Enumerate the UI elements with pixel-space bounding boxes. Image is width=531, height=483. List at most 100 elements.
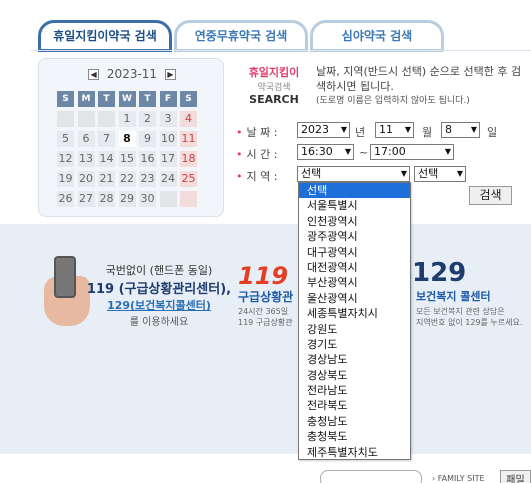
calendar-day[interactable]: 16 (139, 151, 156, 167)
phone-icon (54, 256, 76, 298)
calendar-empty-cell (159, 191, 177, 207)
family-site-label: › FAMILY SITE (432, 474, 485, 483)
calendar-day[interactable]: 8 (118, 131, 136, 147)
emergency-number: 119 (238, 262, 289, 290)
tab-yearround-pharmacy[interactable]: 연중무휴약국 검색 (174, 20, 308, 52)
time-label: • 시 간 : (236, 148, 278, 161)
calendar-week: 1234 (57, 111, 207, 127)
calendar-day[interactable]: 26 (57, 191, 74, 207)
calendar-empty-cell (77, 111, 95, 127)
calendar-day[interactable]: 12 (57, 151, 74, 167)
region-option[interactable]: 서울특별시 (299, 198, 410, 213)
year-unit: 년 (355, 126, 366, 139)
calendar-day[interactable]: 9 (139, 131, 156, 147)
region-option[interactable]: 인천광역시 (299, 214, 410, 229)
region1-select[interactable]: 선택 ▼ (297, 166, 410, 182)
brand-line1: 휴일지킴이 (248, 66, 300, 79)
time-separator: ~ (359, 146, 369, 159)
day-select[interactable]: 8 ▼ (441, 122, 480, 138)
calendar-header: ◀ 2023-11 ▶ (39, 67, 225, 81)
calendar-empty-cell (180, 191, 197, 207)
calendar-day[interactable]: 27 (77, 191, 95, 207)
time-to-select[interactable]: 17:00 ▼ (370, 144, 454, 160)
calendar-day[interactable]: 24 (159, 171, 177, 187)
region-option[interactable]: 제주특별자치도 (299, 445, 410, 460)
calendar-day[interactable]: 4 (180, 111, 197, 127)
calendar-day[interactable]: 15 (118, 151, 136, 167)
prev-month-icon[interactable]: ◀ (88, 69, 100, 80)
day-unit: 일 (487, 126, 498, 139)
welfare-title: 보건복지 콜센터 (416, 290, 491, 303)
calendar-day[interactable]: 21 (98, 171, 115, 187)
region-option[interactable]: 광주광역시 (299, 229, 410, 244)
region-option[interactable]: 전라북도 (299, 398, 410, 413)
region-option[interactable]: 대구광역시 (299, 245, 410, 260)
search-brand: 휴일지킴이 약국검색 SEARCH (246, 64, 302, 106)
calendar-week: 12 13 14 15 16 17 18 (57, 151, 207, 167)
calendar-day[interactable]: 29 (118, 191, 136, 207)
region-option[interactable]: 선택 (299, 183, 410, 199)
calendar-day[interactable]: 19 (57, 171, 74, 187)
calendar-day[interactable]: 30 (139, 191, 156, 207)
call-info-line3: 129(보건복지콜센터) (107, 299, 211, 312)
region-option[interactable]: 부산광역시 (299, 275, 410, 290)
family-site-button[interactable]: 패밀 (500, 470, 531, 483)
calendar-day[interactable]: 17 (159, 151, 177, 167)
calendar-day[interactable]: 22 (118, 171, 136, 187)
description-note: (도로명 이름은 입력하지 않아도 됩니다.) (316, 96, 470, 106)
calendar-month: 2023-11 (106, 67, 158, 81)
region-option[interactable]: 대전광역시 (299, 260, 410, 275)
tab-holiday-pharmacy[interactable]: 휴일지킴이약국 검색 (38, 20, 172, 52)
calendar-dow: T (98, 91, 115, 107)
region-option[interactable]: 경기도 (299, 337, 410, 352)
region-option[interactable]: 경상북도 (299, 368, 410, 383)
tab-night-pharmacy[interactable]: 심야약국 검색 (310, 20, 444, 52)
calendar-day[interactable]: 3 (159, 111, 177, 127)
calendar-day[interactable]: 2 (139, 111, 156, 127)
year-select[interactable]: 2023 ▼ (297, 122, 350, 138)
tab-divider (30, 50, 531, 51)
welfare-desc: 모든 보건복지 관련 상담은 지역번호 없이 129를 누르세요. (416, 307, 523, 327)
calendar-day[interactable]: 1 (118, 111, 136, 127)
calendar-day[interactable]: 11 (180, 131, 197, 147)
region-option[interactable]: 충청북도 (299, 429, 410, 444)
calendar-day[interactable]: 28 (98, 191, 115, 207)
calendar-day[interactable]: 23 (139, 171, 156, 187)
calendar-day[interactable]: 14 (98, 151, 115, 167)
calendar-day[interactable]: 6 (77, 131, 95, 147)
region-option[interactable]: 강원도 (299, 322, 410, 337)
footer-select[interactable] (320, 470, 422, 483)
call-info: 국번없이 (핸드폰 동일) 119 (구급상황관리센터), 129(보건복지콜센… (84, 262, 234, 328)
call-info-line2: 119 (구급상황관리센터), (86, 282, 232, 297)
next-month-icon[interactable]: ▶ (164, 69, 176, 80)
calendar-week: SMTWTFS (57, 91, 207, 107)
calendar-day[interactable]: 10 (159, 131, 177, 147)
calendar-day[interactable]: 5 (57, 131, 74, 147)
call-info-line1: 국번없이 (핸드폰 동일) (105, 264, 213, 277)
calendar-day[interactable]: 13 (77, 151, 95, 167)
calendar-week: 19 20 21 22 23 24 25 (57, 171, 207, 187)
region-option[interactable]: 경상남도 (299, 352, 410, 367)
calendar-day[interactable]: 25 (180, 171, 197, 187)
calendar-empty-cell (57, 111, 74, 127)
call-info-line4: 를 이용하세요 (129, 317, 189, 328)
time-from-select[interactable]: 16:30 ▼ (297, 144, 354, 160)
region-option[interactable]: 충청남도 (299, 414, 410, 429)
region-dropdown: 선택 서울특별시 인천광역시 광주광역시 대구광역시 대전광역시 부산광역시 울산광역시 세종특… (298, 182, 411, 460)
region2-select[interactable]: 선택 ▼ (414, 166, 466, 182)
search-button[interactable]: 검색 (469, 186, 512, 205)
region-option[interactable]: 울산광역시 (299, 291, 410, 306)
calendar-dow: F (159, 91, 177, 107)
calendar-week: 26 27 28 29 30 (57, 191, 207, 207)
calendar-dow: M (77, 91, 95, 107)
region-label: • 지 역 : (236, 170, 278, 183)
calendar-day[interactable]: 7 (98, 131, 115, 147)
region-option[interactable]: 전라남도 (299, 383, 410, 398)
calendar-day[interactable]: 20 (77, 171, 95, 187)
calendar-grid: S M T W T F S 1 2 3 4 5 6 7 8 9 10 11 12 13 14 15 16 17 18 19 20 21… (57, 91, 207, 211)
region-option[interactable]: 세종특별자치시 (299, 306, 410, 321)
month-select[interactable]: 11 ▼ (375, 122, 414, 138)
emergency-title: 구급상황관 (238, 290, 294, 304)
calendar-day[interactable]: 18 (180, 151, 197, 167)
emergency-desc: 24시간 365일 119 구급상황관 (238, 307, 293, 327)
